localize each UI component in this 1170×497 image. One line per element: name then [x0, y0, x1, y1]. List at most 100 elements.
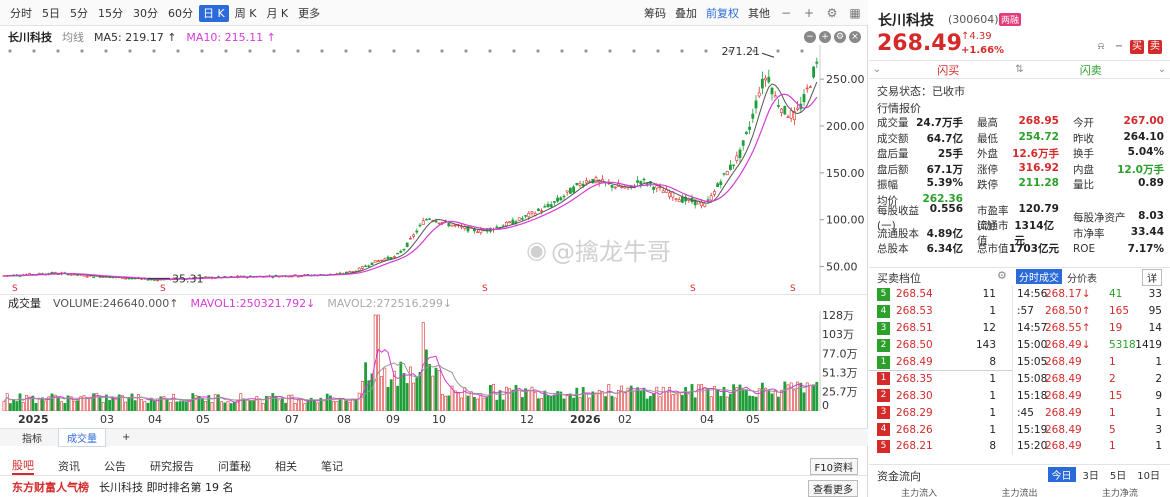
event-dot [440, 49, 444, 53]
volume-bar [520, 397, 524, 411]
volume-bar [418, 371, 422, 411]
tick-count: 1 [1155, 406, 1162, 419]
flash-sell-button[interactable]: 闪卖 [1028, 62, 1155, 78]
x-tick-label: 08 [337, 413, 351, 426]
adjust-button[interactable]: 前复权 [706, 5, 739, 21]
x-tick-label: 05 [746, 413, 760, 426]
period-tab-2[interactable]: 5分 [66, 5, 92, 22]
quote-cell: 最低 254.72 [969, 131, 1065, 146]
overlay-button[interactable]: 叠加 [675, 5, 697, 21]
event-dot [776, 49, 780, 53]
volume-bar [300, 399, 304, 411]
volume-bar [780, 389, 784, 411]
candle-body [572, 186, 576, 193]
candle-body [351, 271, 355, 273]
zoom-out-icon[interactable]: − [779, 6, 793, 20]
chevron-down-icon[interactable]: ⌄ [1154, 64, 1170, 75]
sell-icon[interactable]: 卖 [1148, 40, 1162, 54]
close-icon[interactable]: × [849, 31, 861, 43]
volume-bar [719, 395, 723, 411]
volume-bar [808, 385, 812, 411]
flow-tab-0[interactable]: 今日 [1047, 467, 1076, 482]
period-tab-7[interactable]: 周 K [231, 5, 261, 22]
ma-type-selector[interactable]: 均线 [62, 29, 84, 45]
period-tab-0[interactable]: 分时 [6, 5, 36, 22]
zoom-in-icon[interactable]: + [802, 6, 816, 20]
period-tab-9[interactable]: 更多 [294, 5, 324, 22]
tab-notes[interactable]: 笔记 [321, 458, 343, 474]
tick-count: 9 [1155, 389, 1162, 402]
tab-news[interactable]: 资讯 [58, 458, 80, 474]
tab-tick-trades[interactable]: 分时成交 [1016, 269, 1062, 284]
chart-tools: 筹码 叠加 前复权 其他 − + ⚙ ▦ [644, 5, 862, 21]
volume-bar [428, 363, 432, 411]
volume-bar [73, 400, 76, 411]
candle-body [127, 277, 131, 280]
swap-icon[interactable]: ⇅ [1012, 64, 1028, 75]
volume-bar [776, 396, 780, 411]
candle-body [546, 204, 550, 207]
period-tab-4[interactable]: 30分 [129, 5, 162, 22]
volume-bar [476, 398, 480, 411]
detail-button[interactable]: 详 [1142, 269, 1162, 286]
flow-tab-2[interactable]: 5日 [1106, 467, 1130, 482]
period-tab-6[interactable]: 日 K [199, 5, 229, 22]
flash-buy-button[interactable]: 闪买 [885, 62, 1012, 78]
chip-button[interactable]: 筹码 [644, 5, 666, 21]
period-tab-8[interactable]: 月 K [262, 5, 292, 22]
add-indicator-button[interactable]: + [114, 431, 138, 444]
minus-icon[interactable]: − [1112, 40, 1126, 54]
settings-icon[interactable]: ⚙ [834, 31, 846, 43]
kline-chart[interactable]: 250.00 200.00 150.00 100.00 50.00 271.21 35.31… [0, 45, 868, 294]
event-marker: S [482, 284, 488, 294]
volume-bar [44, 400, 48, 411]
volume-bar [376, 314, 380, 411]
bid-row: 5 268.21 8 [869, 438, 1012, 455]
settings-icon[interactable]: ⚙ [825, 6, 839, 20]
minus-icon[interactable]: − [804, 31, 816, 43]
buy-icon[interactable]: 买 [1130, 40, 1144, 54]
volume-bar [671, 394, 675, 411]
volume-bar [169, 402, 172, 411]
quote-value: 211.28 [1018, 177, 1059, 190]
volume-bar [444, 395, 448, 411]
chevron-down-icon[interactable]: ⌄ [869, 64, 885, 75]
volume-bar [533, 391, 537, 411]
flow-tab-1[interactable]: 3日 [1079, 467, 1103, 482]
tab-related[interactable]: 相关 [275, 458, 297, 474]
bell-icon[interactable]: ⍾ [1094, 40, 1108, 54]
f10-button[interactable]: F10资料 [809, 458, 858, 475]
tab-announcement[interactable]: 公告 [104, 458, 126, 474]
candle-body [396, 252, 400, 255]
view-more-button[interactable]: 查看更多 [808, 480, 858, 497]
grid-icon[interactable]: ▦ [848, 6, 862, 20]
tab-volume[interactable]: 成交量 [58, 428, 106, 447]
tab-indicator[interactable]: 指标 [14, 429, 50, 446]
other-button[interactable]: 其他 [748, 5, 770, 21]
tab-guba[interactable]: 股吧 [12, 457, 34, 475]
period-tab-3[interactable]: 15分 [94, 5, 127, 22]
event-dot [560, 49, 564, 53]
order-book-title: 买卖档位 [877, 272, 921, 285]
quote-label: 振幅 [877, 179, 898, 192]
flow-tab-3[interactable]: 10日 [1133, 467, 1164, 482]
candle-body [367, 265, 371, 267]
tab-price-table[interactable]: 分价表 [1067, 270, 1097, 285]
chart-stock-name: 长川科技 [8, 31, 52, 44]
quote-row: 振幅 5.39% 跌停 211.28 量比 0.89 [869, 177, 1170, 193]
quote-label: 量比 [1073, 179, 1094, 192]
quote-value: 24.7万手 [916, 117, 963, 130]
tab-research[interactable]: 研究报告 [150, 458, 194, 474]
gear-icon[interactable]: ⚙ [997, 269, 1007, 282]
plus-icon[interactable]: + [819, 31, 831, 43]
period-selector: 分时 5日 5分 15分 30分 60分日 K周 K月 K 更多 [6, 5, 324, 22]
indicator-tabs: 指标 成交量 + [0, 428, 868, 447]
tab-ask-secretary[interactable]: 问董秘 [218, 458, 251, 474]
period-tab-5[interactable]: 60分 [164, 5, 197, 22]
candle-body [476, 231, 480, 233]
candle-body [706, 199, 710, 201]
volume-bar [792, 389, 796, 411]
volume-tick-label: 0 [822, 399, 829, 411]
period-tab-1[interactable]: 5日 [38, 5, 64, 22]
volume-chart[interactable]: 025.7万 51.3万 77.0万 103万 128万 [0, 311, 868, 411]
